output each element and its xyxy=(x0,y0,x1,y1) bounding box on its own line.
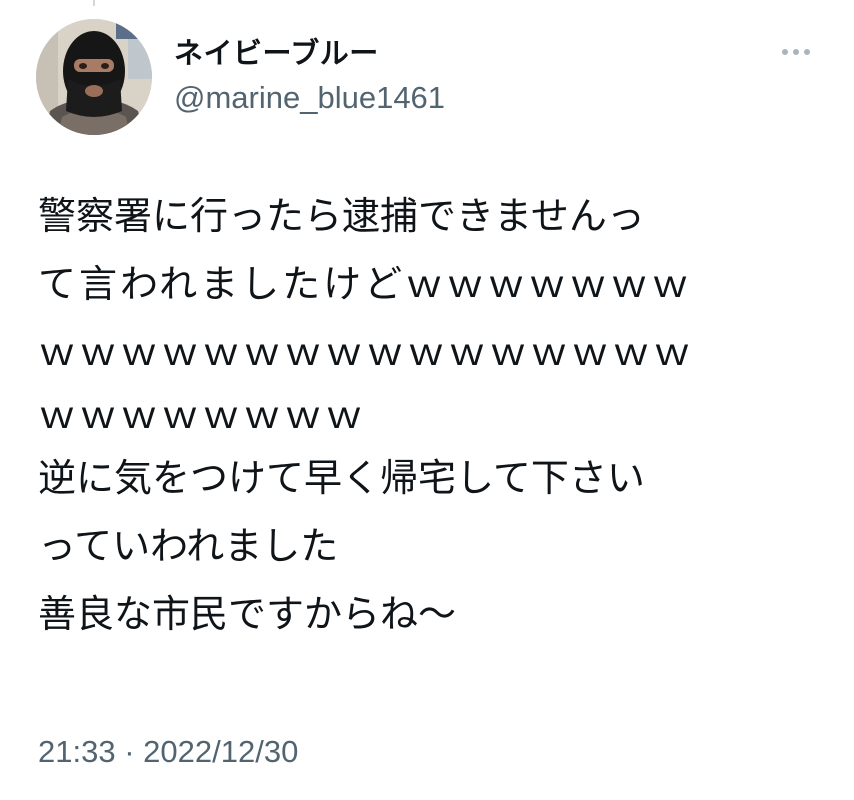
more-options-icon[interactable] xyxy=(776,40,816,64)
tweet-time[interactable]: 21:33 xyxy=(38,734,116,769)
tweet-text: 警察署に行ったら逮捕できませんっ て言われましたけどｗｗｗｗｗｗｗ ｗｗｗｗｗｗ… xyxy=(38,182,818,648)
author-display-name[interactable]: ネイビーブルー xyxy=(174,36,379,70)
more-dot xyxy=(793,49,799,55)
tweet-date[interactable]: 2022/12/30 xyxy=(143,734,298,769)
tweet-card: ネイビーブルー @marine_blue1461 警察署に行ったら逮捕できません… xyxy=(0,0,854,800)
tweet-text-line: て言われましたけどｗｗｗｗｗｗｗ xyxy=(38,262,693,306)
more-dot xyxy=(782,49,788,55)
more-dot xyxy=(804,49,810,55)
tweet-text-line: ｗｗｗｗｗｗｗｗ xyxy=(38,393,367,437)
tweet-text-line: っていわれました xyxy=(38,524,339,568)
thread-line xyxy=(93,0,95,6)
author-avatar[interactable] xyxy=(36,19,152,135)
author-handle[interactable]: @marine_blue1461 xyxy=(174,80,445,116)
tweet-text-line: 警察署に行ったら逮捕できませんっ xyxy=(38,194,645,238)
tweet-text-line: 逆に気をつけて早く帰宅して下さい xyxy=(38,456,645,500)
tweet-timestamp[interactable]: 21:33 · 2022/12/30 xyxy=(38,733,298,771)
timestamp-separator: · xyxy=(124,734,135,769)
tweet-text-line: ｗｗｗｗｗｗｗｗｗｗｗｗｗｗｗｗ xyxy=(38,330,695,374)
tweet-text-line: 善良な市民ですからね～ xyxy=(38,592,457,636)
balaclava-avatar-icon xyxy=(36,19,152,135)
